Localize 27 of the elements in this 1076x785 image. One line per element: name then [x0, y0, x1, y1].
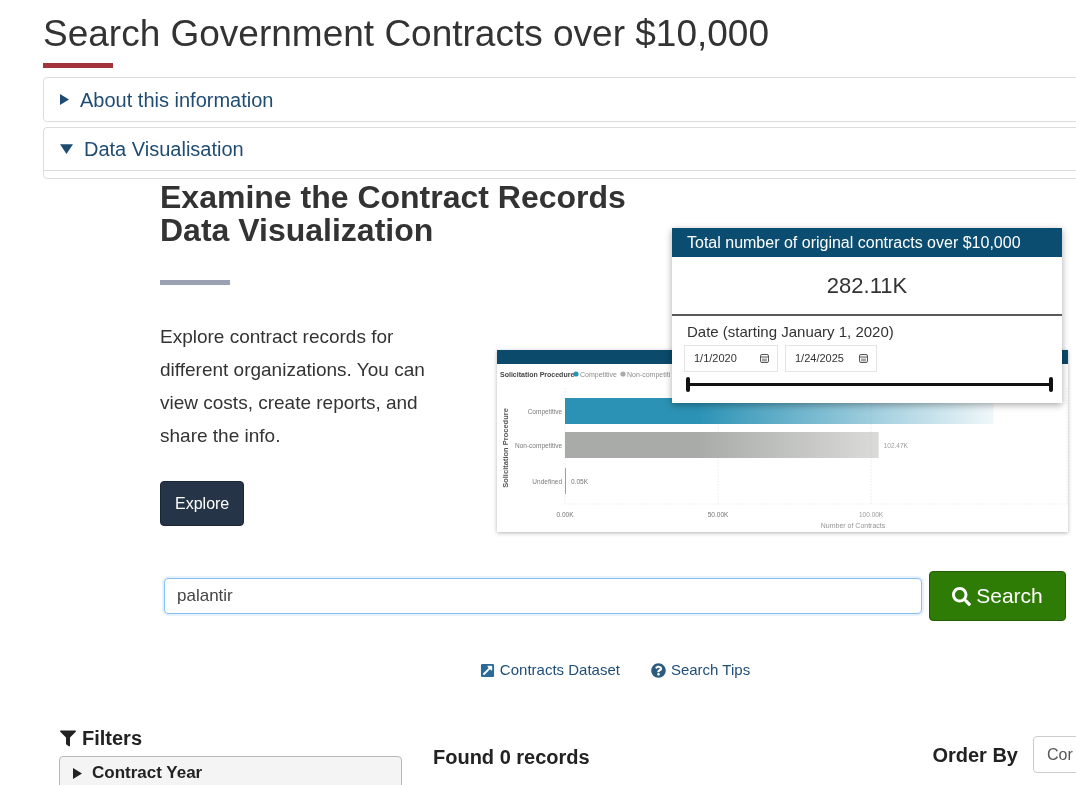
filter-group-header[interactable]: Contract Year — [73, 763, 203, 783]
search-button[interactable]: Search — [929, 571, 1066, 621]
search-icon — [952, 586, 972, 606]
date-label: Date (starting January 1, 2020) — [687, 323, 894, 341]
slider-handle[interactable] — [1049, 377, 1053, 392]
search-field[interactable]: palantir — [164, 578, 922, 614]
accordion-header[interactable]: Data Visualisation — [44, 128, 1076, 171]
results-count: Found 0 records — [433, 745, 590, 770]
total-value: 282.11K — [826, 272, 908, 300]
filters-heading: Filters — [82, 726, 143, 751]
help-link[interactable]: Search Tips — [650, 660, 751, 680]
order-by-label: Order By — [932, 742, 1018, 768]
start-date-field[interactable]: 1/1/2020 — [684, 345, 778, 372]
calendar-icon — [760, 354, 769, 363]
section-description: Explore contract records for different organizations. You can view costs, create reports, and share the info. — [160, 325, 426, 448]
section-heading: Examine the Contract Records Data Visualization — [160, 181, 627, 247]
external-link-icon — [479, 662, 495, 678]
order-by-select[interactable]: Cor — [1033, 736, 1076, 773]
explore-button[interactable]: Explore — [160, 481, 245, 526]
card-header: Total number of original contracts over $10,000 — [672, 228, 1062, 257]
end-date-field[interactable]: 1/24/2025 — [785, 345, 877, 372]
slider-handle[interactable] — [686, 377, 690, 392]
dataset-link[interactable]: Contracts Dataset — [479, 660, 620, 680]
filter-icon — [60, 729, 76, 747]
calendar-icon — [859, 354, 868, 363]
accordion-header[interactable]: About this information — [44, 78, 1076, 121]
page-title: Search Government Contracts over $10,000 — [43, 12, 769, 56]
